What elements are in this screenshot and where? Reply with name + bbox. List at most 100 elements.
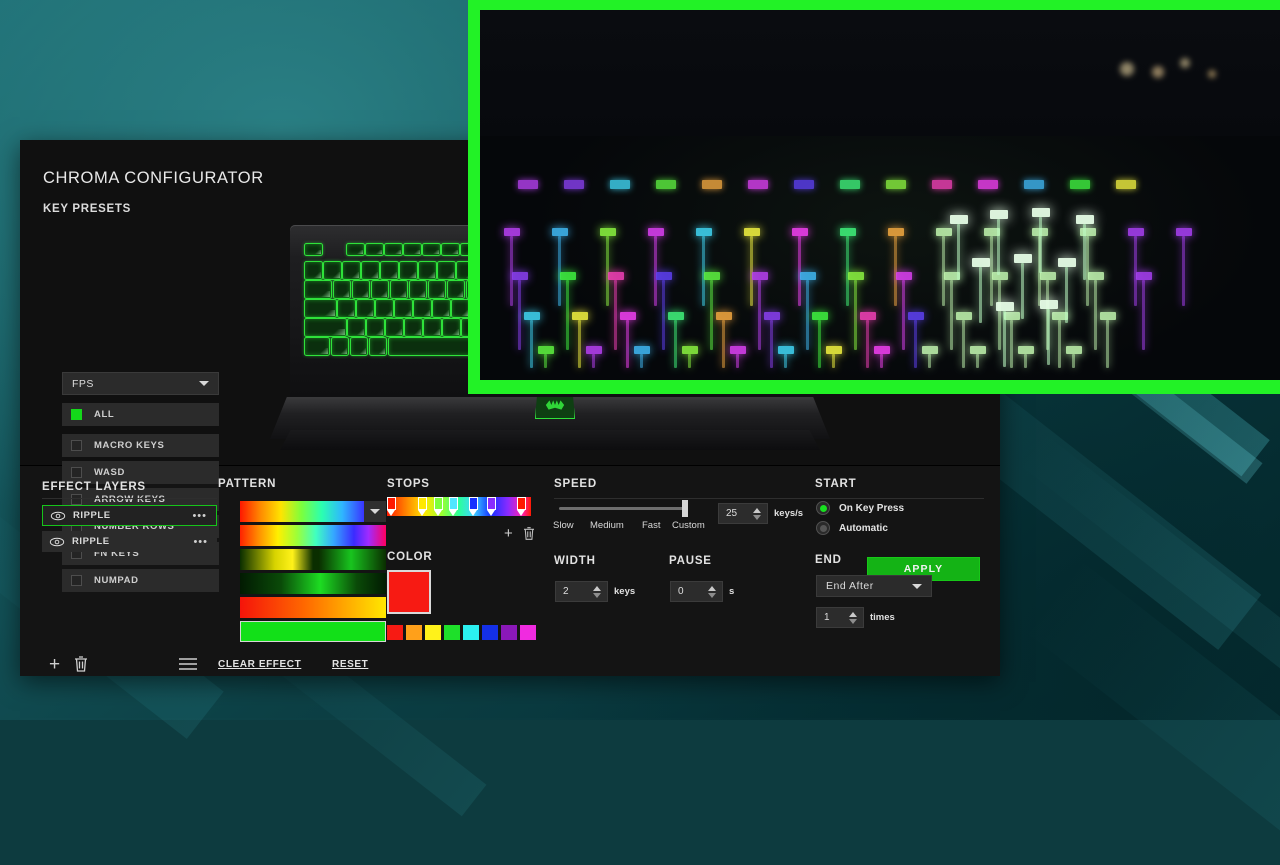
- keyboard-key[interactable]: [361, 261, 380, 280]
- radio-on-key-press[interactable]: [816, 501, 830, 515]
- keyboard-key[interactable]: [323, 261, 342, 280]
- keyboard-photo-overlay[interactable]: [468, 0, 1280, 394]
- current-color-swatch[interactable]: [387, 570, 431, 614]
- palette-color-4[interactable]: [463, 625, 479, 640]
- gradient-stop-3[interactable]: [449, 497, 459, 516]
- keyboard-key[interactable]: [356, 299, 376, 318]
- keyboard-key[interactable]: [304, 261, 323, 280]
- keyboard-key[interactable]: [332, 280, 352, 299]
- radio-label-on-key-press[interactable]: On Key Press: [839, 503, 904, 514]
- gradient-stop-6[interactable]: [516, 497, 526, 516]
- speed-tick-custom[interactable]: Custom: [672, 520, 705, 531]
- pattern-swatch-2[interactable]: [240, 549, 386, 570]
- palette-color-2[interactable]: [425, 625, 441, 640]
- eye-icon[interactable]: [50, 510, 66, 521]
- width-stepper[interactable]: 2: [555, 581, 608, 602]
- gradient-stop-0[interactable]: [387, 497, 396, 516]
- keyboard-key[interactable]: [384, 318, 404, 337]
- gradient-stop-1[interactable]: [418, 497, 428, 516]
- keyboard-key[interactable]: [380, 261, 399, 280]
- palette-color-0[interactable]: [387, 625, 403, 640]
- gradient-stops-bar[interactable]: [387, 497, 531, 516]
- radio-label-automatic[interactable]: Automatic: [839, 523, 888, 534]
- clear-effect-link[interactable]: CLEAR EFFECT: [218, 659, 301, 670]
- keyboard-key[interactable]: [437, 261, 456, 280]
- keyboard-key[interactable]: [403, 318, 423, 337]
- keyboard-key[interactable]: [441, 318, 461, 337]
- keyboard-key[interactable]: [399, 261, 418, 280]
- keyboard-key[interactable]: [304, 280, 333, 299]
- gradient-stop-2[interactable]: [434, 497, 444, 516]
- preset-row-all[interactable]: ALL: [62, 403, 219, 426]
- palette-color-1[interactable]: [406, 625, 422, 640]
- delete-layer-trash-icon[interactable]: [73, 655, 89, 676]
- gradient-stop-4[interactable]: [469, 497, 479, 516]
- keyboard-key[interactable]: [349, 337, 369, 356]
- speed-tick-slow[interactable]: Slow: [553, 520, 574, 531]
- speed-slider-thumb[interactable]: [682, 500, 688, 517]
- gradient-stop-5[interactable]: [486, 497, 496, 516]
- keyboard-key[interactable]: [440, 243, 460, 256]
- preset-row-numpad[interactable]: NUMPAD: [62, 569, 219, 592]
- add-stop-plus-icon[interactable]: +: [504, 526, 513, 541]
- keyboard-key[interactable]: [413, 299, 433, 318]
- pattern-dropdown-toggle[interactable]: [364, 501, 386, 522]
- keyboard-key[interactable]: [389, 280, 409, 299]
- stepper-arrows[interactable]: [753, 507, 761, 520]
- pattern-swatch-3[interactable]: [240, 573, 386, 594]
- keyboard-key[interactable]: [375, 299, 395, 318]
- speed-tick-fast[interactable]: Fast: [642, 520, 660, 531]
- keyboard-key[interactable]: [427, 280, 447, 299]
- keyboard-key[interactable]: [330, 337, 350, 356]
- keyboard-key[interactable]: [408, 280, 428, 299]
- stepper-arrows[interactable]: [708, 585, 716, 598]
- palette-color-3[interactable]: [444, 625, 460, 640]
- stepper-arrows[interactable]: [593, 585, 601, 598]
- keyboard-key[interactable]: [304, 243, 323, 256]
- checkbox-wasd[interactable]: [71, 466, 82, 478]
- keyboard-key[interactable]: [432, 299, 452, 318]
- speed-slider-track[interactable]: [559, 507, 687, 510]
- keyboard-key[interactable]: [422, 318, 442, 337]
- reset-link[interactable]: RESET: [332, 659, 368, 670]
- pattern-swatch-5[interactable]: [240, 621, 386, 642]
- keyboard-key[interactable]: [370, 280, 390, 299]
- palette-color-5[interactable]: [482, 625, 498, 640]
- checkbox-numpad[interactable]: [71, 574, 82, 586]
- keyboard-key[interactable]: [337, 299, 357, 318]
- stepper-arrows[interactable]: [849, 611, 857, 624]
- keyboard-key[interactable]: [304, 337, 331, 356]
- keyboard-key[interactable]: [418, 261, 437, 280]
- effect-layer-row-2[interactable]: RIPPLE •••: [42, 531, 217, 552]
- keyboard-key[interactable]: [304, 318, 347, 337]
- checkbox-macro-keys[interactable]: [71, 439, 82, 451]
- checkbox-all[interactable]: [71, 408, 82, 420]
- keyboard-key[interactable]: [383, 243, 403, 256]
- end-times-stepper[interactable]: 1: [816, 607, 864, 628]
- add-layer-plus-icon[interactable]: +: [49, 655, 60, 674]
- keyboard-key[interactable]: [365, 318, 385, 337]
- keyboard-key[interactable]: [304, 299, 338, 318]
- radio-automatic[interactable]: [816, 521, 830, 535]
- pause-stepper[interactable]: 0: [670, 581, 723, 602]
- keyboard-key[interactable]: [421, 243, 441, 256]
- speed-value-stepper[interactable]: 25: [718, 503, 768, 524]
- preset-row-macro-keys[interactable]: MACRO KEYS: [62, 434, 219, 457]
- effect-layer-row-1[interactable]: RIPPLE •••: [42, 505, 217, 526]
- keyboard-key[interactable]: [364, 243, 384, 256]
- delete-stop-trash-icon[interactable]: [522, 526, 536, 546]
- palette-color-6[interactable]: [501, 625, 517, 640]
- palette-color-7[interactable]: [520, 625, 536, 640]
- speed-tick-medium[interactable]: Medium: [590, 520, 624, 531]
- overflow-menu-icon[interactable]: •••: [192, 510, 207, 521]
- overflow-menu-icon[interactable]: •••: [193, 536, 208, 547]
- eye-icon[interactable]: [49, 536, 65, 547]
- checkbox-arrow-keys[interactable]: [71, 493, 82, 505]
- keyboard-key[interactable]: [394, 299, 414, 318]
- keyboard-key[interactable]: [351, 280, 371, 299]
- keyboard-key[interactable]: [446, 280, 466, 299]
- keyboard-key[interactable]: [402, 243, 422, 256]
- pattern-swatch-4[interactable]: [240, 597, 386, 618]
- layers-menu-hamburger-icon[interactable]: [178, 657, 198, 676]
- keyboard-key[interactable]: [368, 337, 388, 356]
